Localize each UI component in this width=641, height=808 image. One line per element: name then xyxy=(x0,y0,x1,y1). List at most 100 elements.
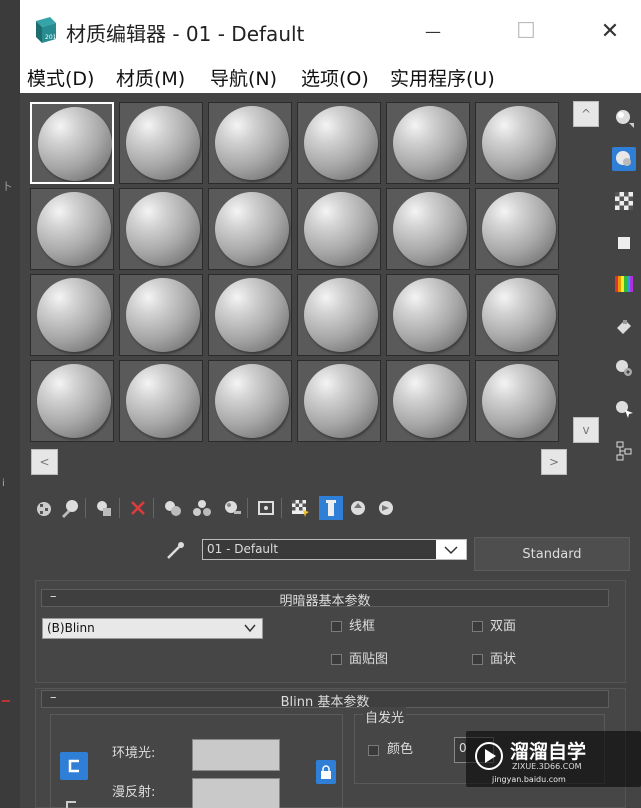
slots-scroll-left-button[interactable]: < xyxy=(31,449,58,475)
sample-type-button[interactable] xyxy=(612,106,636,130)
sample-slot[interactable] xyxy=(386,102,470,184)
wire-label: 线框 xyxy=(349,619,376,634)
sample-slot[interactable] xyxy=(119,360,203,442)
material-sphere-preview xyxy=(38,107,112,181)
reset-map-button[interactable] xyxy=(126,496,150,520)
sample-slot[interactable] xyxy=(30,360,114,442)
pick-material-button[interactable] xyxy=(165,539,187,561)
sample-slot[interactable] xyxy=(30,274,114,356)
background-checker-icon xyxy=(615,192,633,210)
sample-slot[interactable] xyxy=(475,102,559,184)
material-id-channel-button[interactable] xyxy=(254,496,278,520)
material-sphere-preview xyxy=(37,278,111,352)
minimize-button[interactable]: — xyxy=(410,10,456,52)
menu-navigation[interactable]: 导航(N) xyxy=(210,64,277,91)
sample-slot[interactable] xyxy=(386,188,470,270)
material-sphere-preview xyxy=(393,364,467,438)
material-map-navigator-button[interactable] xyxy=(612,439,636,463)
slots-scroll-up-button[interactable]: ^ xyxy=(573,101,599,127)
sample-slot[interactable] xyxy=(297,102,381,184)
sample-slot[interactable] xyxy=(208,188,292,270)
make-preview-button[interactable] xyxy=(612,313,636,337)
sample-slot[interactable] xyxy=(297,188,381,270)
put-to-library-button[interactable] xyxy=(220,496,244,520)
options-button[interactable] xyxy=(612,356,636,380)
sample-slot[interactable] xyxy=(475,188,559,270)
put-to-scene-button[interactable] xyxy=(58,496,82,520)
chevron-up-icon: ^ xyxy=(580,107,592,121)
sample-type-sphere-icon xyxy=(616,110,634,128)
material-sphere-preview xyxy=(482,106,556,180)
chevron-right-icon: > xyxy=(548,455,560,469)
backlight-button[interactable] xyxy=(612,147,636,171)
show-shaded-map-button[interactable] xyxy=(288,496,312,520)
self-illum-color-checkbox[interactable] xyxy=(368,745,379,756)
material-sphere-preview xyxy=(215,278,289,352)
select-by-material-button[interactable] xyxy=(612,397,636,421)
material-sphere-preview xyxy=(482,364,556,438)
sample-slot[interactable] xyxy=(208,102,292,184)
put-to-library-icon xyxy=(225,501,241,514)
menu-mode[interactable]: 模式(D) xyxy=(27,64,94,91)
diffuse-color-swatch[interactable] xyxy=(192,778,280,808)
sample-slot[interactable] xyxy=(119,274,203,356)
blinn-basic-rollout-header[interactable]: – Blinn 基本参数 xyxy=(41,690,609,710)
ambient-label: 环境光: xyxy=(112,746,156,761)
sample-slot[interactable] xyxy=(475,360,559,442)
material-name-field[interactable]: 01 - Default xyxy=(202,539,467,560)
lock-icon xyxy=(321,765,331,779)
close-button[interactable]: ✕ xyxy=(587,10,633,52)
sample-slot[interactable] xyxy=(208,274,292,356)
menu-options[interactable]: 选项(O) xyxy=(301,64,369,91)
backlight-icon xyxy=(616,151,631,166)
lock-ambient-diffuse-button[interactable] xyxy=(60,752,88,780)
slots-scroll-down-button[interactable]: v xyxy=(573,417,599,443)
two-sided-checkbox[interactable] xyxy=(472,621,483,632)
options-icon xyxy=(616,360,632,376)
material-sphere-preview xyxy=(126,192,200,266)
sample-slot[interactable] xyxy=(30,102,114,184)
ambient-color-swatch[interactable] xyxy=(192,739,280,771)
go-to-parent-button[interactable] xyxy=(346,496,370,520)
sample-slot[interactable] xyxy=(297,274,381,356)
sample-slot[interactable] xyxy=(208,360,292,442)
sample-slot[interactable] xyxy=(119,102,203,184)
sample-slot[interactable] xyxy=(30,188,114,270)
video-color-check-button[interactable] xyxy=(612,272,636,296)
material-sphere-preview xyxy=(393,106,467,180)
lock-diffuse-specular-button[interactable] xyxy=(63,796,83,808)
faceted-checkbox[interactable] xyxy=(472,654,483,665)
menu-material[interactable]: 材质(M) xyxy=(116,64,185,91)
material-sphere-preview xyxy=(215,192,289,266)
material-type-button[interactable]: Standard xyxy=(474,537,630,571)
sample-uv-tiling-button[interactable] xyxy=(612,231,636,255)
get-material-button[interactable] xyxy=(32,496,56,520)
sample-slot-side-toolbar xyxy=(606,100,641,480)
shader-type-select[interactable]: (B)Blinn xyxy=(42,618,263,639)
assign-to-selection-button[interactable] xyxy=(92,496,116,520)
lock-button[interactable] xyxy=(316,760,336,784)
show-end-result-button[interactable] xyxy=(319,496,343,520)
make-copy-button[interactable] xyxy=(161,496,185,520)
material-name-dropdown[interactable] xyxy=(436,540,466,559)
sample-slot[interactable] xyxy=(119,188,203,270)
sample-slot[interactable] xyxy=(386,360,470,442)
shader-basic-rollout-header[interactable]: – 明暗器基本参数 xyxy=(41,589,609,609)
maximize-button[interactable]: ☐ xyxy=(503,10,549,52)
face-map-checkbox[interactable] xyxy=(331,654,342,665)
material-sphere-preview xyxy=(126,278,200,352)
go-forward-to-sibling-button[interactable] xyxy=(374,496,398,520)
title-bar[interactable]: 2016 材质编辑器 - 01 - Default — ☐ ✕ xyxy=(20,0,641,63)
sample-slot[interactable] xyxy=(475,274,559,356)
material-sphere-preview xyxy=(304,364,378,438)
sample-slot[interactable] xyxy=(386,274,470,356)
sample-slot[interactable] xyxy=(297,360,381,442)
menu-utilities[interactable]: 实用程序(U) xyxy=(390,64,495,91)
background-button[interactable] xyxy=(612,189,636,213)
material-sphere-preview xyxy=(126,106,200,180)
slots-scroll-right-button[interactable]: > xyxy=(541,449,567,475)
make-unique-button[interactable] xyxy=(190,496,214,520)
wire-checkbox[interactable] xyxy=(331,621,342,632)
viewport-tick-1: 卜 xyxy=(2,182,12,193)
chevron-down-icon xyxy=(244,624,256,633)
